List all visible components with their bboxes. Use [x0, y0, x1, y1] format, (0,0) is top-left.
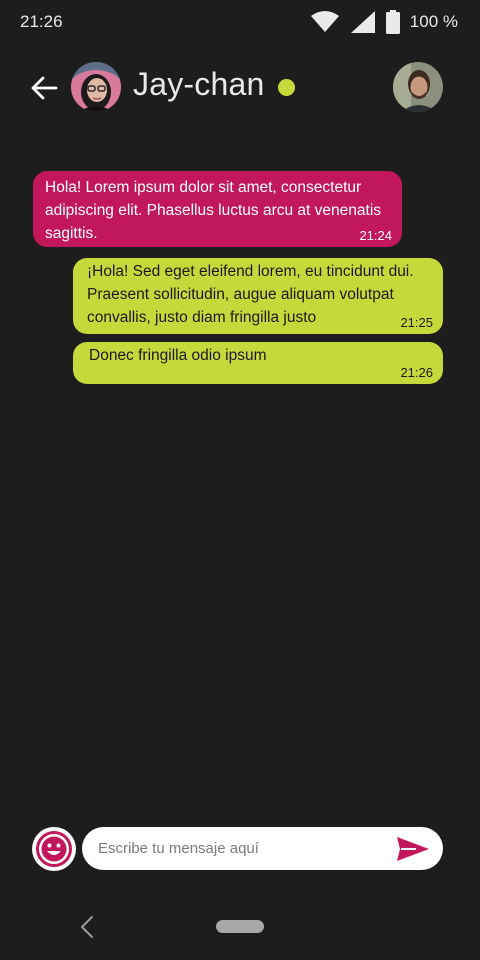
message-time: 21:26	[400, 365, 433, 380]
message-text: ¡Hola! Sed eget eleifend lorem, eu tinci…	[87, 263, 414, 326]
send-icon	[397, 837, 429, 861]
nav-home-button[interactable]	[216, 920, 264, 933]
message-bubble-outgoing[interactable]: Donec fringilla odio ipsum 21:26	[73, 342, 443, 384]
message-bubble-outgoing[interactable]: ¡Hola! Sed eget eleifend lorem, eu tinci…	[73, 258, 443, 334]
battery-icon	[385, 10, 400, 34]
chat-header: Jay-chan	[0, 58, 480, 116]
message-text: Donec fringilla odio ipsum	[89, 347, 267, 364]
message-time: 21:25	[400, 315, 433, 330]
user-avatar[interactable]	[393, 62, 443, 112]
status-icons: 100 %	[310, 10, 458, 34]
message-input[interactable]	[98, 827, 378, 870]
message-text: Hola! Lorem ipsum dolor sit amet, consec…	[45, 179, 382, 242]
emoji-button[interactable]	[32, 827, 76, 871]
message-bubble-incoming[interactable]: Hola! Lorem ipsum dolor sit amet, consec…	[33, 171, 402, 247]
contact-name[interactable]: Jay-chan	[133, 66, 264, 103]
status-bar: 21:26 100 %	[0, 0, 480, 44]
back-arrow-icon	[31, 76, 58, 100]
battery-level: 100 %	[409, 12, 458, 31]
emoji-icon	[36, 831, 72, 867]
signal-icon	[350, 10, 376, 34]
back-button[interactable]	[28, 74, 60, 102]
message-input-container	[82, 827, 443, 870]
send-button[interactable]	[395, 835, 431, 863]
nav-back-icon	[81, 916, 93, 938]
status-time: 21:26	[20, 12, 63, 31]
online-status-indicator	[278, 79, 295, 96]
wifi-icon	[310, 11, 340, 33]
contact-avatar[interactable]	[71, 62, 121, 112]
message-time: 21:24	[359, 228, 392, 243]
nav-back-button[interactable]	[76, 914, 98, 940]
